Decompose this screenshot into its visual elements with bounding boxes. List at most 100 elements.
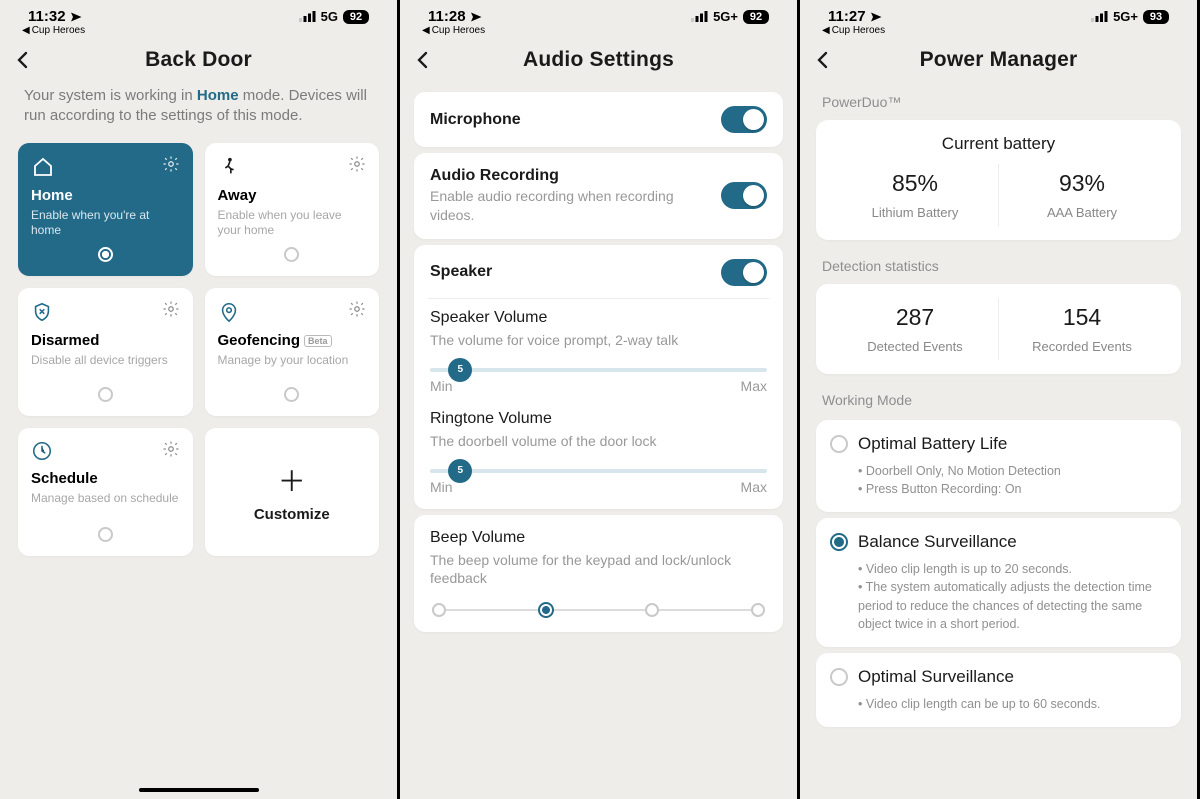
step-dot[interactable]: [751, 603, 765, 617]
mode-card-customize[interactable]: ＋ Customize: [205, 428, 380, 556]
lithium-label: Lithium Battery: [836, 205, 994, 220]
screen-audio-settings: 11:28 5G+ 92 ◀ Cup Heroes Audio Settings…: [400, 0, 800, 799]
lithium-pct: 85%: [836, 170, 994, 197]
mode-balance-surveillance[interactable]: Balance Surveillance Video clip length i…: [816, 518, 1181, 647]
powerduo-label: PowerDuo™: [800, 86, 1197, 116]
ringtone-volume-sub: The doorbell volume of the door lock: [430, 432, 767, 451]
customize-label: Customize: [254, 506, 330, 523]
clock-icon: [31, 440, 53, 462]
status-time: 11:27: [828, 8, 866, 25]
mode-card-away[interactable]: Away Enable when you leave your home: [205, 143, 380, 276]
radio-unselected[interactable]: [830, 668, 848, 686]
mode-title: Balance Surveillance: [858, 532, 1017, 552]
microphone-label: Microphone: [430, 111, 521, 129]
detection-stats-label: Detection statistics: [800, 250, 1197, 280]
battery-card-title: Current battery: [832, 134, 1165, 154]
status-bar: 11:28 5G+ 92: [400, 0, 797, 25]
speaker-volume-slider[interactable]: 5: [430, 368, 767, 372]
card-title: Schedule: [31, 470, 180, 487]
radio-indicator: [98, 247, 113, 262]
status-bar: 11:27 5G+ 93: [800, 0, 1197, 25]
recorded-label: Recorded Events: [1003, 339, 1161, 354]
signal-icon: [691, 11, 708, 22]
plus-icon: ＋: [278, 460, 306, 500]
nav-header: Audio Settings: [400, 44, 797, 86]
screen-back-door: 11:32 5G 92 ◀ Cup Heroes Back Door Your …: [0, 0, 400, 799]
pin-icon: [218, 300, 240, 324]
network-label: 5G+: [1113, 9, 1138, 24]
min-label: Min: [430, 479, 453, 495]
mode-bullets: Video clip length is up to 20 seconds. T…: [858, 560, 1165, 633]
step-dot[interactable]: [645, 603, 659, 617]
shield-x-icon: [31, 300, 53, 324]
breadcrumb-return[interactable]: ◀ Cup Heroes: [0, 25, 397, 44]
caret-left-icon: ◀: [822, 25, 830, 36]
beep-volume-stepper[interactable]: [430, 602, 767, 618]
battery-card: Current battery 85% Lithium Battery 93% …: [816, 120, 1181, 240]
status-time: 11:32: [28, 8, 66, 25]
status-bar: 11:32 5G 92: [0, 0, 397, 25]
breadcrumb-return[interactable]: ◀ Cup Heroes: [400, 25, 797, 44]
network-label: 5G+: [713, 9, 738, 24]
step-dot-active[interactable]: [538, 602, 554, 618]
detected-label: Detected Events: [836, 339, 994, 354]
radio-indicator: [284, 247, 299, 262]
mode-optimal-surveillance[interactable]: Optimal Surveillance Video clip length c…: [816, 653, 1181, 727]
card-sub: Manage by your location: [218, 353, 367, 369]
radio-unselected[interactable]: [830, 435, 848, 453]
gear-icon[interactable]: [162, 440, 180, 458]
mode-card-schedule[interactable]: Schedule Manage based on schedule: [18, 428, 193, 556]
card-title: Home: [31, 187, 180, 204]
step-dot[interactable]: [432, 603, 446, 617]
card-sub: Enable when you leave your home: [218, 208, 367, 239]
mode-link-home[interactable]: Home: [197, 87, 239, 104]
mode-optimal-battery[interactable]: Optimal Battery Life Doorbell Only, No M…: [816, 420, 1181, 512]
screen-power-manager: 11:27 5G+ 93 ◀ Cup Heroes Power Manager …: [800, 0, 1200, 799]
slider-thumb[interactable]: 5: [448, 459, 472, 483]
mode-title: Optimal Battery Life: [858, 434, 1007, 454]
location-icon: [870, 11, 882, 23]
mode-card-home[interactable]: Home Enable when you're at home: [18, 143, 193, 276]
gear-icon[interactable]: [162, 155, 180, 173]
network-label: 5G: [321, 9, 338, 24]
signal-icon: [1091, 11, 1108, 22]
caret-left-icon: ◀: [422, 25, 430, 36]
audio-recording-row: Audio Recording Enable audio recording w…: [414, 153, 783, 239]
caret-left-icon: ◀: [22, 25, 30, 36]
radio-indicator: [284, 387, 299, 402]
page-title: Back Door: [16, 48, 381, 72]
slider-thumb[interactable]: 5: [448, 358, 472, 382]
breadcrumb-return[interactable]: ◀ Cup Heroes: [800, 25, 1197, 44]
min-label: Min: [430, 378, 453, 394]
gear-icon[interactable]: [348, 155, 366, 173]
audio-recording-label: Audio Recording: [430, 167, 690, 185]
mode-title: Optimal Surveillance: [858, 667, 1014, 687]
signal-icon: [299, 11, 316, 22]
mode-card-geofencing[interactable]: GeofencingBeta Manage by your location: [205, 288, 380, 416]
beep-group: Beep Volume The beep volume for the keyp…: [414, 515, 783, 633]
speaker-volume-sub: The volume for voice prompt, 2-way talk: [430, 331, 767, 350]
battery-pill: 93: [1143, 10, 1169, 24]
audio-recording-toggle[interactable]: [721, 182, 767, 209]
page-title: Power Manager: [816, 48, 1181, 72]
ringtone-volume-label: Ringtone Volume: [430, 410, 767, 428]
recorded-count: 154: [1003, 304, 1161, 331]
max-label: Max: [741, 378, 767, 394]
page-title: Audio Settings: [416, 48, 781, 72]
speaker-volume-label: Speaker Volume: [430, 309, 767, 327]
walk-icon: [218, 155, 240, 179]
radio-selected[interactable]: [830, 533, 848, 551]
speaker-toggle[interactable]: [721, 259, 767, 286]
mode-card-disarmed[interactable]: Disarmed Disable all device triggers: [18, 288, 193, 416]
location-icon: [470, 11, 482, 23]
home-indicator[interactable]: [139, 788, 259, 792]
gear-icon[interactable]: [162, 300, 180, 318]
microphone-toggle[interactable]: [721, 106, 767, 133]
audio-recording-sub: Enable audio recording when recording vi…: [430, 187, 690, 225]
nav-header: Power Manager: [800, 44, 1197, 86]
battery-pill: 92: [343, 10, 369, 24]
beta-badge: Beta: [304, 335, 332, 347]
gear-icon[interactable]: [348, 300, 366, 318]
ringtone-volume-slider[interactable]: 5: [430, 469, 767, 473]
status-time: 11:28: [428, 8, 466, 25]
